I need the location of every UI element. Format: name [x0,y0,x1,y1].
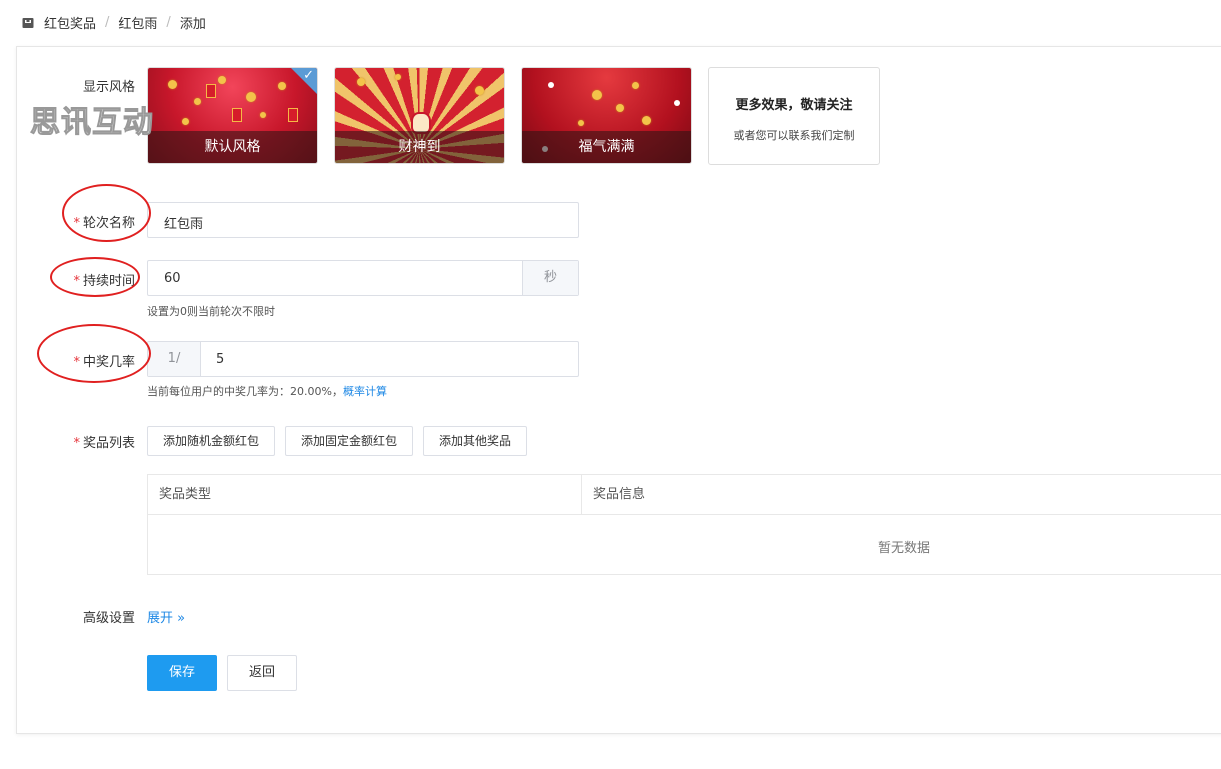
advanced-expand-toggle[interactable]: 展开 » [147,607,185,626]
duration-hint: 设置为0则当前轮次不限时 [147,305,275,318]
duration-unit: 秒 [522,261,578,295]
breadcrumb-separator: / [105,15,110,30]
add-other-prize-button[interactable]: 添加其他奖品 [423,426,527,456]
style-card-god-of-wealth[interactable]: 财神到 [334,67,505,164]
annotation-ellipse [62,184,151,242]
breadcrumb-separator: / [166,15,171,30]
table-header: 奖品类型 奖品信息 [148,475,1221,515]
back-button[interactable]: 返回 [227,655,297,691]
advanced-settings-label: 高级设置 [82,611,135,626]
save-button[interactable]: 保存 [147,655,217,691]
style-card-default[interactable]: ✓ 默认风格 [147,67,318,164]
prize-list-label: * 奖品列表 [73,436,135,451]
check-icon: ✓ [303,68,314,83]
breadcrumb: 红包奖品 / 红包雨 / 添加 [22,13,206,32]
annotation-ellipse [50,257,140,297]
annotation-ellipse [37,324,151,383]
style-label: 显示风格 [82,80,135,95]
table-empty-text: 暂无数据 [878,541,931,556]
breadcrumb-item-add: 添加 [179,17,206,32]
breadcrumb-item-prizes[interactable]: 红包奖品 [44,13,96,32]
add-random-redpacket-button[interactable]: 添加随机金额红包 [147,426,275,456]
more-effects-title: 更多效果，敬请关注 [735,98,853,113]
style-caption: 默认风格 [148,131,317,163]
rate-hint: 当前每位用户的中奖几率为：20.00%，概率计算 [147,385,387,398]
breadcrumb-item-redpacket-rain[interactable]: 红包雨 [118,13,157,32]
style-caption: 财神到 [335,131,504,163]
probability-calc-link[interactable]: 概率计算 [343,385,387,398]
rate-input[interactable]: 1/ 5 [147,341,579,377]
rate-prefix: 1/ [148,342,201,376]
watermark-logo: 思讯互动 [30,105,154,141]
more-effects-card: 更多效果，敬请关注 或者您可以联系我们定制 [708,67,880,165]
style-card-fortune[interactable]: 福气满满 [521,67,692,164]
more-effects-subtitle: 或者您可以联系我们定制 [733,129,855,142]
column-header-prize-info: 奖品信息 [593,487,646,502]
box-icon [22,17,34,28]
add-fixed-redpacket-button[interactable]: 添加固定金额红包 [285,426,413,456]
column-header-prize-type: 奖品类型 [159,487,212,502]
prize-table: 奖品类型 奖品信息 暂无数据 [147,474,1221,575]
round-name-input[interactable]: 红包雨 [147,202,579,238]
style-caption: 福气满满 [522,131,691,163]
duration-input[interactable]: 60 秒 [147,260,579,296]
